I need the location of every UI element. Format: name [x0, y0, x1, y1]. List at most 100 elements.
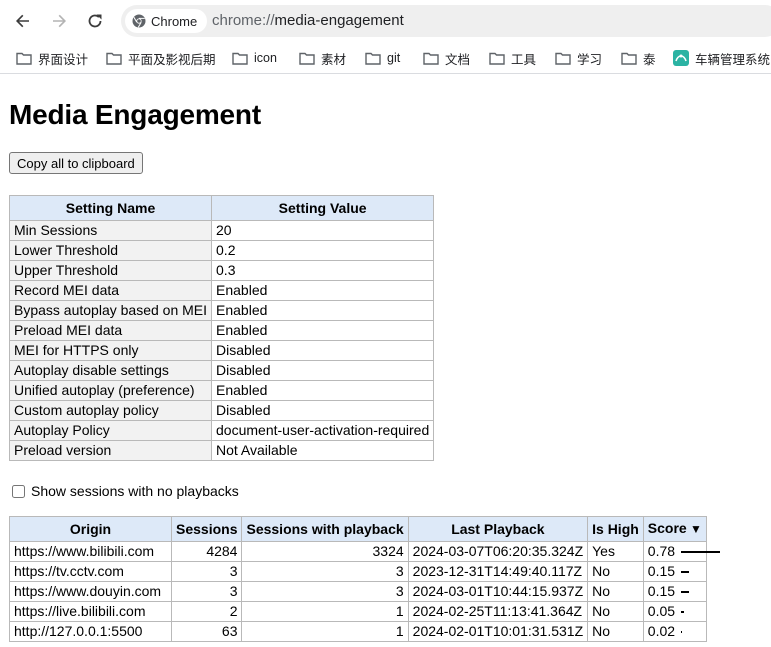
bookmark-folder[interactable]: 平面及影视后期	[106, 49, 216, 67]
browser-toolbar: Chrome chrome://media-engagement	[0, 0, 771, 42]
site-info-chip[interactable]: Chrome	[125, 9, 207, 33]
copy-all-button[interactable]: Copy all to clipboard	[9, 152, 143, 174]
setting-value: Enabled	[211, 380, 435, 401]
folder-icon	[489, 52, 505, 65]
session-count: 63	[170, 621, 243, 642]
session-playback-count: 1	[241, 621, 409, 642]
session-playback-count: 1	[241, 601, 409, 622]
session-count: 2	[170, 601, 243, 622]
session-count: 4284	[170, 541, 243, 562]
setting-value: Disabled	[211, 400, 435, 421]
reload-icon	[88, 14, 102, 28]
bookmark-label: 学习	[577, 52, 603, 67]
reload-button[interactable]	[81, 7, 109, 35]
setting-name: MEI for HTTPS only	[8, 340, 213, 361]
setting-value: 20	[211, 220, 435, 241]
setting-value: Enabled	[211, 320, 435, 341]
settings-table: Setting Name Setting Value Min Sessions 2…	[8, 195, 435, 461]
folder-icon	[16, 52, 32, 65]
score-bar	[681, 551, 720, 553]
session-last-playback: 2024-03-01T10:44:15.937Z	[407, 581, 589, 602]
bookmark-folder[interactable]: git	[365, 49, 400, 67]
show-no-playbacks-label: Show sessions with no playbacks	[31, 483, 239, 499]
show-no-playbacks-toggle[interactable]: Show sessions with no playbacks	[12, 483, 239, 499]
session-count: 3	[170, 581, 243, 602]
bookmark-folder[interactable]: 工具	[489, 49, 536, 67]
session-origin: https://www.douyin.com	[9, 581, 172, 602]
setting-value: document-user-activation-required	[211, 420, 435, 441]
settings-row: MEI for HTTPS only Disabled	[8, 340, 435, 361]
settings-header-row: Setting Name Setting Value	[8, 195, 435, 221]
bookmark-site[interactable]: 车辆管理系统	[673, 49, 770, 67]
bookmark-label: 文档	[445, 52, 471, 67]
settings-row: Preload version Not Available	[8, 440, 435, 461]
bookmark-folder[interactable]: icon	[232, 49, 277, 67]
bookmark-label: git	[387, 51, 401, 65]
settings-row: Lower Threshold 0.2	[8, 240, 435, 261]
session-row: https://tv.cctv.com 3 3 2023-12-31T14:49…	[9, 561, 707, 582]
settings-row: Unified autoplay (preference) Enabled	[8, 380, 435, 401]
session-is-high: Yes	[587, 541, 644, 562]
session-playback-count: 3	[241, 561, 409, 582]
bookmark-label: 工具	[511, 52, 537, 67]
setting-name: Preload MEI data	[8, 320, 213, 341]
sessions-table: Origin Sessions Sessions with playback L…	[9, 516, 707, 642]
session-row: https://www.bilibili.com 4284 3324 2024-…	[9, 541, 707, 562]
bookmarks-bar: 界面设计 平面及影视后期 icon 素材 git 文档 工具 学习 泰 车辆管理…	[0, 42, 771, 74]
page-title: Media Engagement	[9, 99, 261, 130]
forward-arrow-icon	[53, 14, 66, 28]
bookmark-folder[interactable]: 素材	[299, 49, 346, 67]
setting-value: 0.3	[211, 260, 435, 281]
session-origin: http://127.0.0.1:5500	[9, 621, 172, 642]
folder-icon	[423, 52, 439, 65]
score-bar	[681, 591, 689, 593]
session-origin: https://www.bilibili.com	[9, 541, 172, 562]
settings-row: Autoplay Policy document-user-activation-…	[8, 420, 435, 441]
settings-row: Min Sessions 20	[8, 220, 435, 241]
forward-button[interactable]	[45, 7, 73, 35]
bookmark-folder[interactable]: 泰	[621, 49, 656, 67]
column-header-is-high[interactable]: Is High	[587, 516, 644, 542]
session-count: 3	[170, 561, 243, 582]
column-header-setting-name: Setting Name	[8, 195, 213, 221]
bookmark-folder[interactable]: 界面设计	[16, 49, 88, 67]
session-row: https://live.bilibili.com 2 1 2024-02-25…	[9, 601, 707, 622]
session-origin: https://tv.cctv.com	[9, 561, 172, 582]
folder-icon	[299, 52, 315, 65]
session-last-playback: 2024-02-25T11:13:41.364Z	[407, 601, 589, 622]
session-is-high: No	[587, 601, 644, 622]
session-is-high: No	[587, 621, 644, 642]
setting-name: Autoplay disable settings	[8, 360, 213, 381]
score-bar	[681, 631, 682, 633]
bookmark-folder[interactable]: 学习	[555, 49, 602, 67]
column-header-sessions[interactable]: Sessions	[170, 516, 243, 542]
column-header-sessions-with-playback[interactable]: Sessions with playback	[241, 516, 409, 542]
column-header-origin[interactable]: Origin	[9, 516, 172, 542]
session-row: http://127.0.0.1:5500 63 1 2024-02-01T10…	[9, 621, 707, 642]
session-origin: https://live.bilibili.com	[9, 601, 172, 622]
folder-icon	[555, 52, 571, 65]
session-playback-count: 3324	[241, 541, 409, 562]
score-bar	[681, 571, 689, 573]
bookmark-label: 车辆管理系统	[695, 52, 771, 67]
folder-icon	[106, 52, 122, 65]
column-header-last-playback[interactable]: Last Playback	[407, 516, 589, 542]
session-is-high: No	[587, 581, 644, 602]
session-is-high: No	[587, 561, 644, 582]
column-header-score[interactable]: Score	[642, 516, 707, 542]
bookmark-label: 泰	[643, 52, 656, 67]
session-score: 0.05	[642, 601, 707, 622]
session-score: 0.15	[642, 561, 707, 582]
column-header-setting-value: Setting Value	[211, 195, 435, 221]
session-score: 0.15	[642, 581, 707, 602]
settings-row: Autoplay disable settings Disabled	[8, 360, 435, 381]
address-bar[interactable]: Chrome chrome://media-engagement	[121, 5, 771, 37]
session-last-playback: 2023-12-31T14:49:40.117Z	[407, 561, 589, 582]
show-no-playbacks-checkbox[interactable]	[12, 484, 25, 498]
url-text[interactable]: chrome://media-engagement	[212, 12, 404, 29]
back-button[interactable]	[9, 7, 37, 35]
setting-value: Disabled	[211, 360, 435, 381]
setting-name: Min Sessions	[8, 220, 213, 241]
bookmark-folder[interactable]: 文档	[423, 49, 470, 67]
folder-icon	[365, 52, 381, 65]
